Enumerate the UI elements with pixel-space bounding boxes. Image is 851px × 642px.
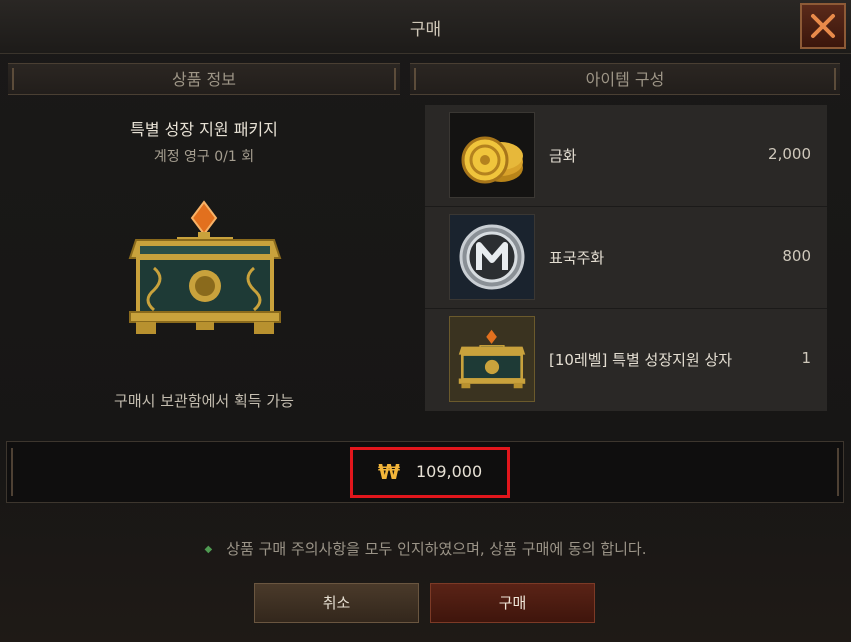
item-name: 금화	[549, 147, 577, 165]
item-list: 금화 2,000 표국주화 800 [10레벨] 특별 성장지원 상자 1	[425, 105, 827, 411]
item-name: [10레벨] 특별 성장지원 상자	[549, 351, 733, 369]
purchase-agreement-notice: ◆ 상품 구매 주의사항을 모두 인지하였으며, 상품 구매에 동의 합니다.	[0, 538, 851, 559]
dialog-title: 구매	[409, 20, 442, 40]
list-item: 금화 2,000	[425, 105, 827, 207]
purchase-dialog: 구매 상품 정보 아이템 구성 특별 성장 지원 패키지 계정 영구 0/1 회	[0, 0, 851, 642]
item-name: 표국주화	[549, 249, 605, 267]
title-bar: 구매	[0, 0, 851, 54]
product-name: 특별 성장 지원 패키지	[130, 120, 278, 139]
section-header-item-composition: 아이템 구성	[410, 63, 840, 95]
notice-text: 상품 구매 주의사항을 모두 인지하였으며, 상품 구매에 동의 합니다.	[226, 540, 647, 558]
list-item: [10레벨] 특별 성장지원 상자 1	[425, 309, 827, 411]
diamond-bullet-icon: ◆	[204, 544, 213, 555]
list-item: 표국주화 800	[425, 207, 827, 309]
buy-button[interactable]: 구매	[430, 583, 595, 623]
won-currency-icon: ₩	[377, 460, 401, 484]
item-icon-frame	[449, 112, 535, 198]
item-quantity: 2,000	[768, 145, 811, 163]
product-note: 구매시 보관함에서 획득 가능	[114, 392, 294, 410]
item-quantity: 1	[801, 349, 811, 367]
close-button[interactable]	[800, 3, 846, 49]
treasure-chest-icon	[458, 329, 526, 389]
product-purchase-limit: 계정 영구 0/1 회	[153, 149, 255, 165]
price-amount: 109,000	[416, 462, 483, 481]
cancel-button[interactable]: 취소	[254, 583, 419, 623]
item-icon-frame	[449, 214, 535, 300]
product-info-panel: 특별 성장 지원 패키지 계정 영구 0/1 회 구매시 보관함에서 획득 가능	[8, 100, 400, 430]
gold-coins-icon	[461, 136, 523, 184]
close-icon	[811, 14, 835, 38]
price-bar: ₩ 109,000	[6, 441, 844, 503]
silver-m-coin-icon	[459, 224, 525, 290]
section-header-product-info: 상품 정보	[8, 63, 400, 95]
treasure-chest-icon	[126, 198, 284, 338]
item-icon-frame	[449, 316, 535, 402]
item-quantity: 800	[782, 247, 811, 265]
